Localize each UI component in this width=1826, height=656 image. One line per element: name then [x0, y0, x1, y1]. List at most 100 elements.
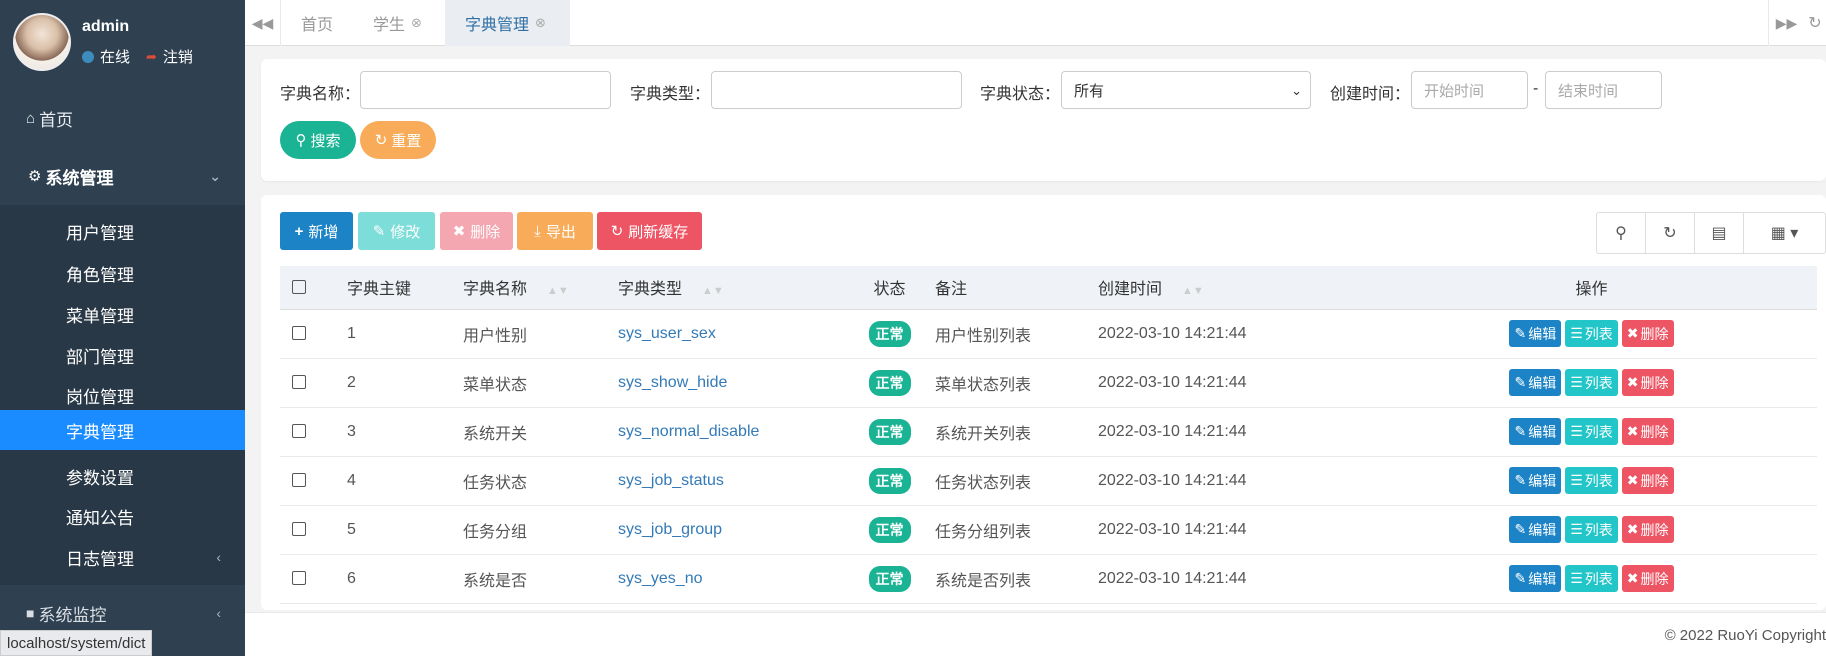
sidebar-item-dictionary[interactable]: 字典管理 — [0, 410, 245, 450]
row-select-cell — [280, 456, 335, 506]
tab-home[interactable]: 首页 — [281, 0, 349, 46]
nav-home-label: 首页 — [39, 110, 74, 130]
cell-id: 5 — [335, 505, 451, 555]
dict-type-link[interactable]: sys_yes_no — [618, 570, 703, 587]
row-list-button[interactable]: ☰ 列表 — [1565, 369, 1618, 396]
cell-status: 正常 — [856, 505, 923, 555]
row-list-button[interactable]: ☰ 列表 — [1565, 565, 1618, 592]
refresh-icon[interactable]: ↻ — [1646, 213, 1695, 253]
tab-scroll-right-icon[interactable]: ▶▶ — [1768, 0, 1804, 46]
row-edit-button[interactable]: ✎ 编辑 — [1509, 516, 1562, 543]
row-delete-button[interactable]: ✖ 删除 — [1621, 369, 1674, 396]
row-delete-button[interactable]: ✖ 删除 — [1621, 516, 1674, 543]
delete-button[interactable]: ✖ 删除 — [440, 212, 513, 250]
cell-name: 系统是否 — [451, 554, 606, 604]
cell-name: 菜单状态 — [451, 358, 606, 408]
nav-home[interactable]: ⌂ 首页 — [0, 104, 245, 132]
dict-name-input[interactable] — [360, 71, 611, 109]
start-time-input[interactable]: 开始时间 — [1411, 71, 1528, 109]
row-edit-button[interactable]: ✎ 编辑 — [1509, 418, 1562, 445]
row-checkbox[interactable] — [292, 375, 306, 390]
video-camera-icon: ■ — [26, 605, 35, 621]
tab-dictionary[interactable]: 字典管理 ⊗ — [445, 0, 570, 46]
sidebar-item-menus[interactable]: 菜单管理 — [0, 294, 245, 334]
row-delete-button[interactable]: ✖ 删除 — [1621, 320, 1674, 347]
edit-button[interactable]: ✎ 修改 — [358, 212, 435, 250]
sidebar-item-posts[interactable]: 岗位管理 — [0, 375, 245, 415]
search-icon: ⚲ — [295, 132, 307, 149]
row-list-button[interactable]: ☰ 列表 — [1565, 320, 1618, 347]
row-select-cell — [280, 554, 335, 604]
row-edit-button[interactable]: ✎ 编辑 — [1509, 565, 1562, 592]
row-list-button[interactable]: ☰ 列表 — [1565, 467, 1618, 494]
table-row: 1 用户性别 sys_user_sex 正常 用户性别列表 2022-03-10 14:2… — [280, 309, 1817, 359]
row-checkbox[interactable] — [292, 522, 306, 537]
dict-type-link[interactable]: sys_normal_disable — [618, 423, 759, 440]
edit-icon: ✎ — [1514, 472, 1527, 488]
nav-system-label: 系统管理 — [45, 168, 114, 188]
row-list-button[interactable]: ☰ 列表 — [1565, 418, 1618, 445]
row-checkbox[interactable] — [292, 473, 306, 488]
dict-type-link[interactable]: sys_user_sex — [618, 325, 716, 342]
row-checkbox[interactable] — [292, 326, 306, 341]
row-edit-button[interactable]: ✎ 编辑 — [1509, 369, 1562, 396]
sidebar-item-notices[interactable]: 通知公告 — [0, 496, 245, 536]
status-badge: 正常 — [868, 320, 911, 347]
row-delete-label: 删除 — [1640, 325, 1669, 342]
table-panel: + 新增 ✎ 修改 ✖ 删除 ⤓ 导出 ↻ 刷新缓存 ⚲ ↻ ▤ ▦ ▾ 字典主… — [261, 195, 1826, 610]
sidebar-item-users[interactable]: 用户管理 — [0, 211, 245, 251]
cell-remark: 系统开关列表 — [923, 407, 1086, 457]
col-created[interactable]: 创建时间 ▲▼ — [1086, 266, 1366, 310]
search-toggle-icon[interactable]: ⚲ — [1597, 213, 1646, 253]
export-button[interactable]: ⤓ 导出 — [517, 212, 593, 250]
row-delete-button[interactable]: ✖ 删除 — [1621, 565, 1674, 592]
row-list-button[interactable]: ☰ 列表 — [1565, 516, 1618, 543]
cell-id: 4 — [335, 456, 451, 506]
row-delete-button[interactable]: ✖ 删除 — [1621, 467, 1674, 494]
sort-icon[interactable]: ▲▼ — [547, 285, 569, 297]
sidebar-item-logs[interactable]: 日志管理 ‹ — [0, 537, 245, 577]
sidebar-item-params[interactable]: 参数设置 — [0, 456, 245, 496]
dict-status-select[interactable]: 所有 ⌄ — [1061, 71, 1311, 109]
col-name[interactable]: 字典名称 ▲▼ — [451, 266, 606, 310]
list-view-icon[interactable]: ▤ — [1695, 213, 1744, 253]
row-checkbox[interactable] — [292, 571, 306, 586]
reset-button[interactable]: ↻ 重置 — [360, 121, 436, 159]
add-button[interactable]: + 新增 — [280, 212, 353, 250]
dict-type-link[interactable]: sys_job_status — [618, 472, 724, 489]
sidebar-item-roles[interactable]: 角色管理 — [0, 253, 245, 293]
logout-icon[interactable]: ➦ — [146, 49, 157, 65]
search-button[interactable]: ⚲ 搜索 — [280, 121, 356, 159]
end-time-input[interactable]: 结束时间 — [1545, 71, 1662, 109]
select-all-checkbox[interactable] — [292, 280, 306, 295]
columns-icon[interactable]: ▦ ▾ — [1744, 213, 1825, 253]
row-edit-button[interactable]: ✎ 编辑 — [1509, 320, 1562, 347]
row-edit-button[interactable]: ✎ 编辑 — [1509, 467, 1562, 494]
dict-type-link[interactable]: sys_show_hide — [618, 374, 727, 391]
sort-icon[interactable]: ▲▼ — [702, 285, 724, 297]
close-icon[interactable]: ⊗ — [535, 15, 546, 31]
sidebar-item-departments[interactable]: 部门管理 — [0, 335, 245, 375]
refresh-cache-button[interactable]: ↻ 刷新缓存 — [597, 212, 702, 250]
sidebar: admin 在线 ➦ 注销 ⌂ 首页 ⚙ 系统管理 ⌄ 用户管理 角色管理 菜单… — [0, 0, 245, 656]
nav-system-monitor[interactable]: ■ 系统监控 ‹ — [0, 596, 245, 630]
status-badge: 正常 — [868, 467, 911, 494]
avatar[interactable] — [13, 13, 71, 71]
sidebar-item-label: 用户管理 — [66, 223, 134, 243]
sort-icon[interactable]: ▲▼ — [1182, 285, 1204, 297]
table-row: 5 任务分组 sys_job_group 正常 任务分组列表 2022-03-10 14:… — [280, 505, 1817, 555]
cell-created: 2022-03-10 14:21:44 — [1086, 456, 1366, 506]
refresh-tab-icon[interactable]: ↻ — [1804, 13, 1826, 33]
search-button-label: 搜索 — [310, 132, 341, 150]
dict-type-input[interactable] — [711, 71, 962, 109]
dict-type-link[interactable]: sys_job_group — [618, 521, 722, 538]
nav-system-management[interactable]: ⚙ 系统管理 ⌄ — [0, 160, 245, 192]
tab-student[interactable]: 学生 ⊗ — [349, 0, 439, 46]
row-checkbox[interactable] — [292, 424, 306, 439]
row-delete-button[interactable]: ✖ 删除 — [1621, 418, 1674, 445]
nav-monitor-label: 系统监控 — [38, 605, 107, 625]
col-type[interactable]: 字典类型 ▲▼ — [606, 266, 856, 310]
logout-link[interactable]: 注销 — [163, 46, 193, 67]
tab-scroll-left-icon[interactable]: ◀◀ — [245, 0, 281, 46]
close-icon[interactable]: ⊗ — [411, 15, 422, 31]
